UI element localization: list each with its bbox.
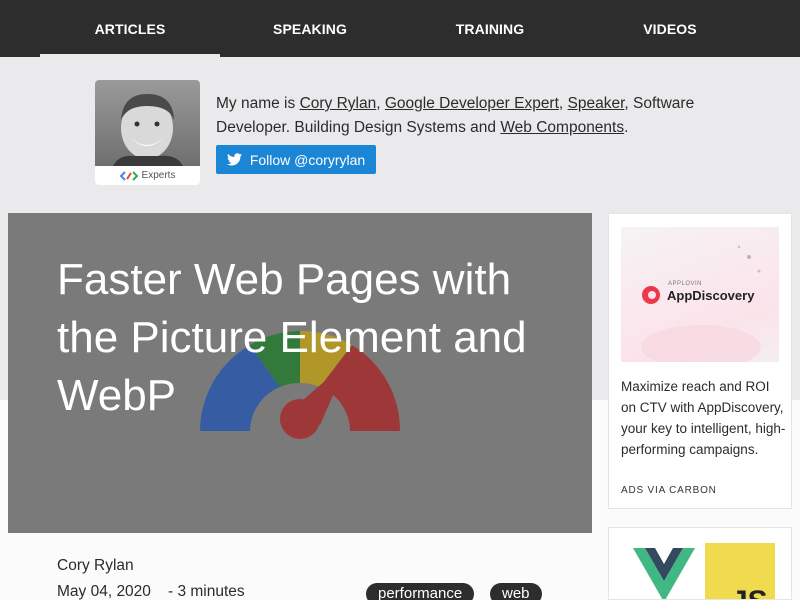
vue-logo-icon bbox=[633, 548, 695, 599]
article-date: May 04, 2020 bbox=[57, 583, 151, 600]
follow-twitter-button[interactable]: Follow @coryrylan bbox=[216, 145, 376, 174]
carbon-ad: APPLOVIN AppDiscovery Maximize reach and… bbox=[608, 213, 792, 509]
bio-text: My name is Cory Rylan, Google Developer … bbox=[216, 92, 736, 140]
bio-intro: My name is bbox=[216, 95, 300, 112]
avatar: Experts bbox=[95, 80, 200, 185]
bio-separator: , bbox=[376, 95, 385, 112]
ad-via-carbon[interactable]: ADS VIA CARBON bbox=[621, 485, 717, 496]
article-read-time: - 3 minutes bbox=[168, 583, 245, 600]
article-title: Faster Web Pages with the Picture Elemen… bbox=[57, 255, 527, 420]
ad-image[interactable]: APPLOVIN AppDiscovery bbox=[621, 227, 779, 362]
nav-articles[interactable]: ARTICLES bbox=[40, 0, 220, 57]
gde-link[interactable]: Google Developer Expert bbox=[385, 95, 559, 112]
follow-button-label: Follow @coryrylan bbox=[249, 151, 366, 168]
article-meta: Cory Rylan May 04, 2020 - 3 minutes perf… bbox=[8, 533, 592, 600]
ad-brand: AppDiscovery bbox=[641, 285, 754, 305]
nav-speaking[interactable]: SPEAKING bbox=[220, 0, 400, 57]
speaker-link[interactable]: Speaker bbox=[568, 95, 625, 112]
ad-brand-name: AppDiscovery bbox=[667, 287, 755, 303]
nav-training[interactable]: TRAINING bbox=[400, 0, 580, 57]
js-logo-text: JS bbox=[731, 587, 768, 600]
gde-logo-icon bbox=[119, 170, 138, 181]
javascript-logo-icon: JS bbox=[705, 543, 775, 600]
web-components-link[interactable]: Web Components bbox=[500, 119, 624, 136]
ad-text[interactable]: Maximize reach and ROI on CTV with AppDi… bbox=[621, 376, 786, 460]
article-hero: Faster Web Pages with the Picture Elemen… bbox=[8, 213, 592, 533]
tag-performance[interactable]: performance bbox=[366, 583, 475, 600]
gde-badge-label: Experts bbox=[141, 170, 176, 181]
avatar-photo bbox=[95, 80, 200, 166]
bio-end: . bbox=[624, 119, 629, 136]
sidebar-course-card[interactable]: JS bbox=[608, 527, 792, 600]
tag-web[interactable]: web bbox=[490, 583, 542, 600]
bio-separator: , bbox=[558, 95, 568, 112]
twitter-icon bbox=[226, 153, 242, 166]
portrait-icon bbox=[113, 94, 183, 166]
nav-videos[interactable]: VIDEOS bbox=[580, 0, 760, 57]
article-author: Cory Rylan bbox=[57, 557, 134, 574]
author-name-link[interactable]: Cory Rylan bbox=[300, 95, 377, 112]
applovin-logo-icon bbox=[642, 286, 660, 304]
gde-badge: Experts bbox=[95, 166, 200, 185]
top-nav: ARTICLES SPEAKING TRAINING VIDEOS bbox=[0, 0, 800, 57]
